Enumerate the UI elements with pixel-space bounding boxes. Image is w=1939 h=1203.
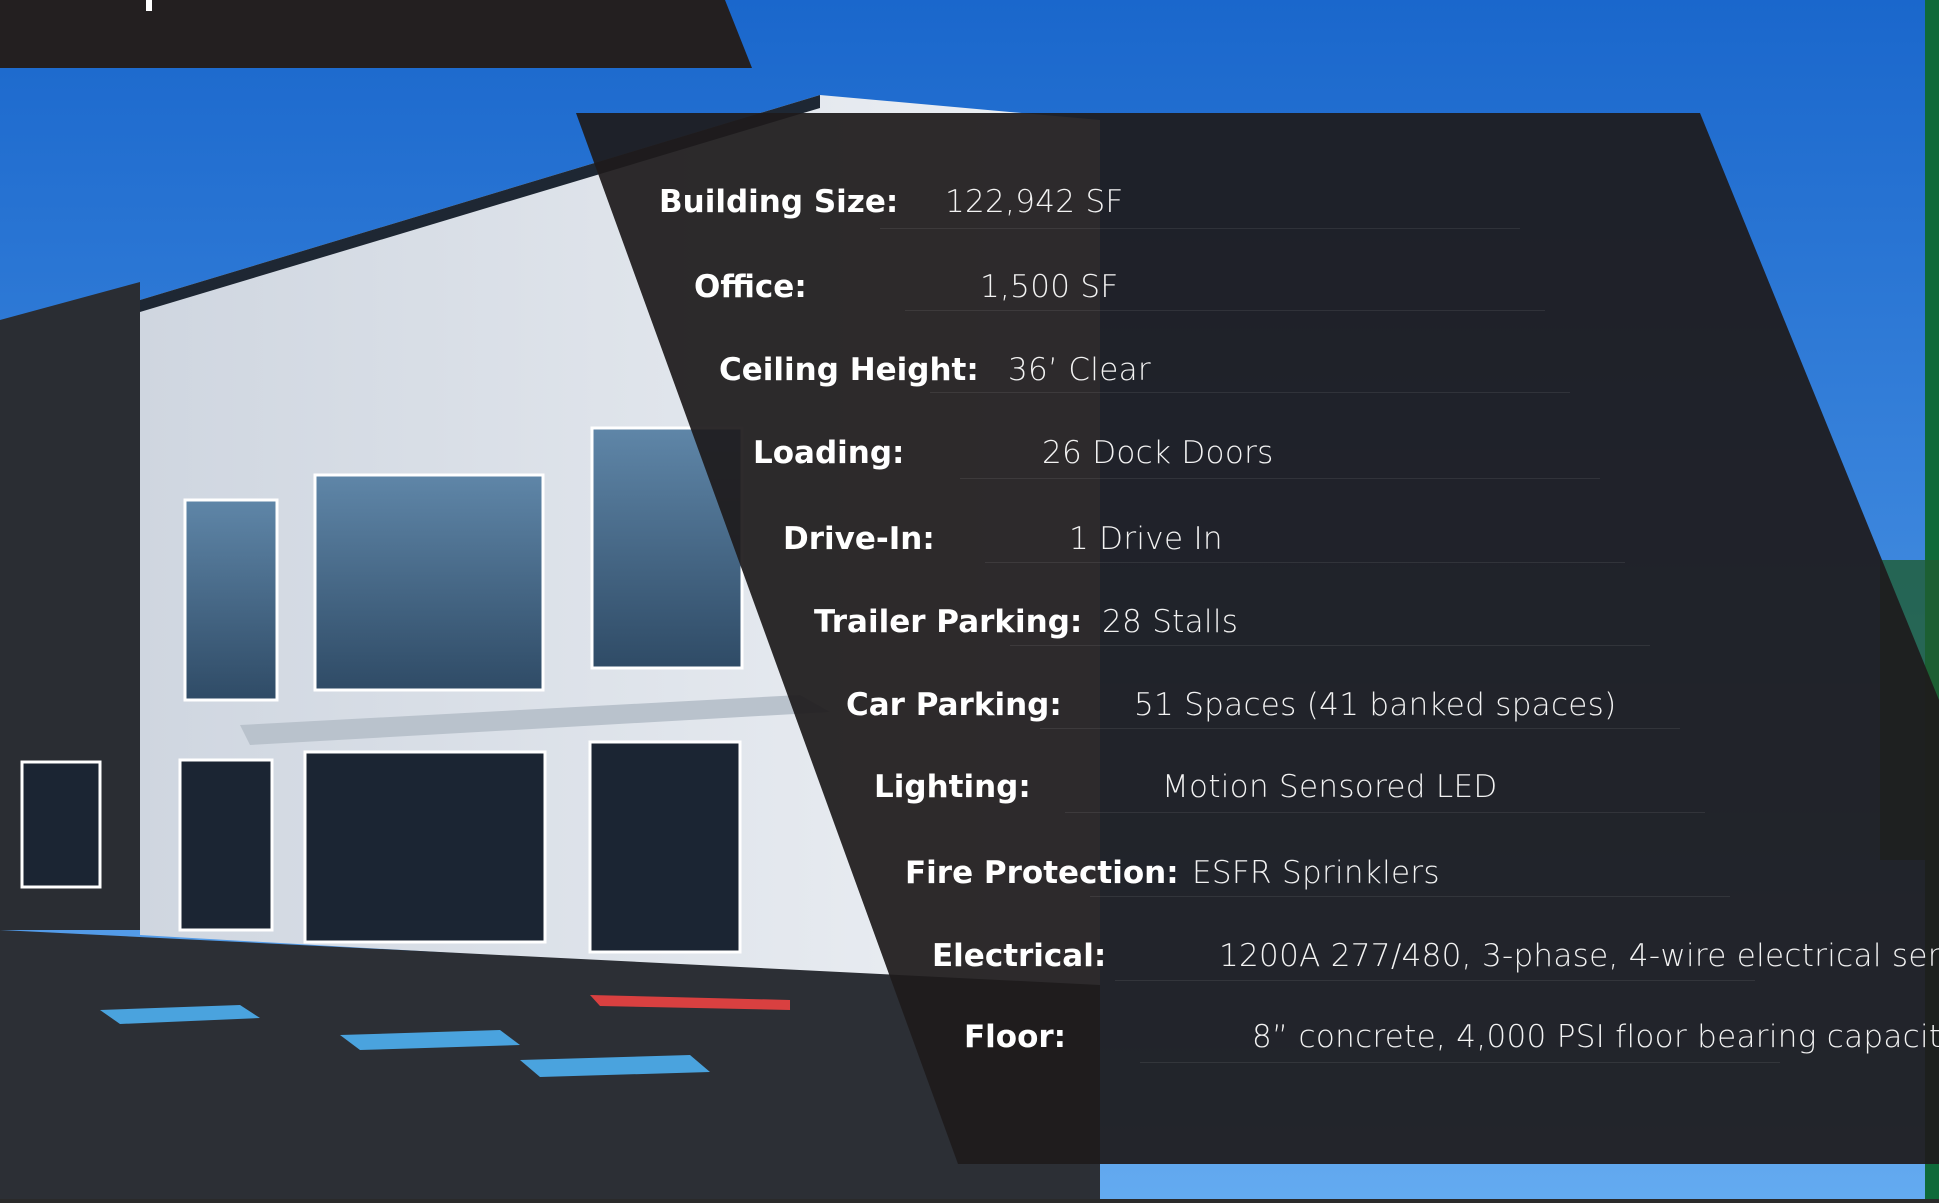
row-divider: [1090, 896, 1730, 897]
spec-label: Fire Protection:: [905, 855, 1179, 891]
spec-label: Drive-In:: [783, 521, 935, 557]
spec-value: 1,500 SF: [980, 269, 1119, 305]
spec-value: 51 Spaces (41 banked spaces): [1134, 687, 1617, 723]
spec-value: 26 Dock Doors: [1042, 435, 1274, 471]
spec-label: Office:: [694, 269, 807, 305]
spec-value: Motion Sensored LED: [1162, 769, 1498, 805]
spec-value: 28 Stalls: [1102, 604, 1239, 640]
row-divider: [1115, 980, 1755, 981]
title-bar: [0, 0, 752, 68]
row-divider: [960, 478, 1600, 479]
spec-value: ESFR Sprinklers: [1192, 855, 1440, 891]
spec-value: 1200A 277/480, 3-phase, 4-wire electrica…: [1219, 938, 1939, 974]
row-divider: [905, 310, 1545, 311]
row-divider: [930, 392, 1570, 393]
row-divider: [880, 228, 1520, 229]
spec-value: 36’ Clear: [1008, 352, 1151, 388]
spec-label: Building Size:: [659, 184, 899, 220]
spec-value: 1 Drive In: [1069, 521, 1223, 557]
spec-label: Lighting:: [874, 769, 1031, 805]
spec-label: Car Parking:: [846, 687, 1062, 723]
spec-label: Electrical:: [932, 938, 1107, 974]
spec-label: Ceiling Height:: [719, 352, 979, 388]
spec-label: Floor:: [964, 1019, 1067, 1055]
spec-label: Loading:: [753, 435, 905, 471]
row-divider: [1040, 728, 1680, 729]
spec-value: 122,942 SF: [945, 184, 1124, 220]
spec-label: Trailer Parking:: [814, 604, 1083, 640]
title-fragment: [146, 0, 152, 11]
row-divider: [1065, 812, 1705, 813]
row-divider: [1140, 1062, 1780, 1063]
row-divider: [1010, 645, 1650, 646]
row-divider: [985, 562, 1625, 563]
spec-value: 8” concrete, 4,000 PSI floor bearing cap…: [1252, 1019, 1939, 1055]
